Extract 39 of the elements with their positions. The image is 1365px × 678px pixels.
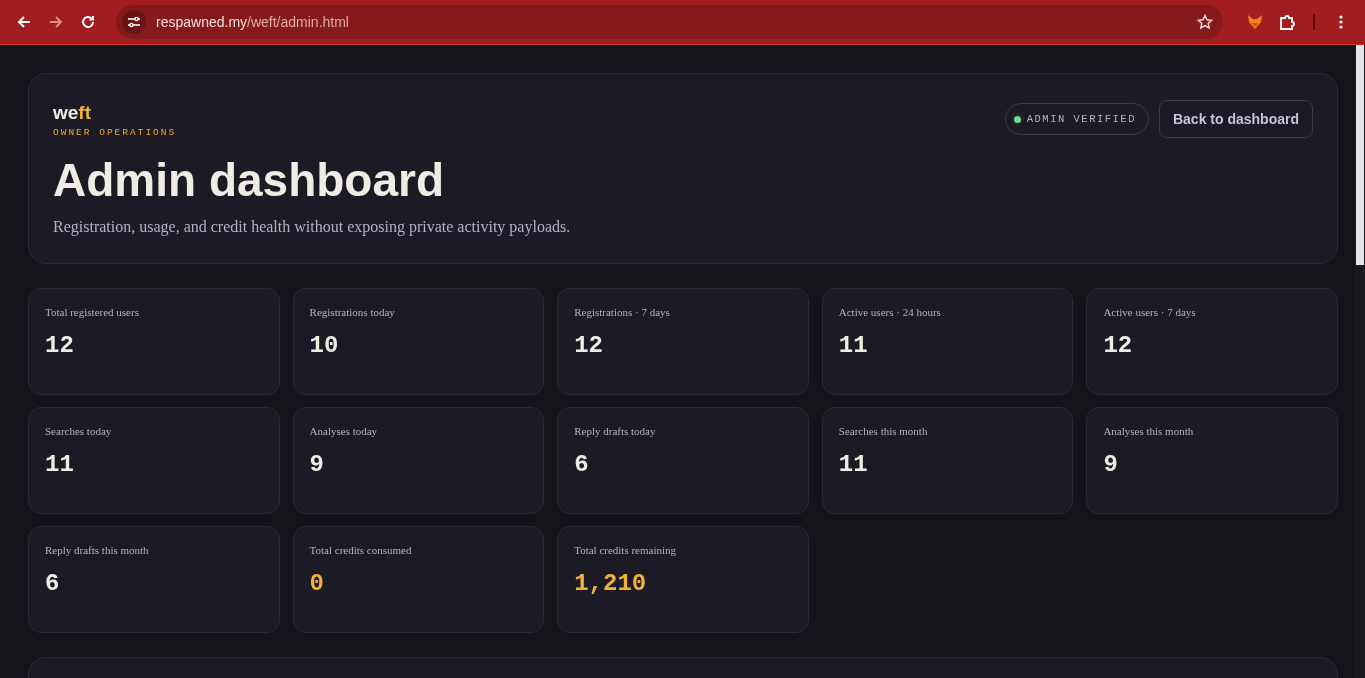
stat-value: 10: [309, 332, 340, 359]
bookmark-star-icon[interactable]: [1197, 14, 1213, 30]
stat-value: 11: [838, 332, 869, 359]
stat-label: Analyses this month: [1103, 425, 1195, 437]
page-subtitle: Registration, usage, and credit health without exposing private activity payloads.: [53, 218, 571, 236]
site-settings-icon[interactable]: [127, 15, 141, 29]
stat-value: 12: [45, 332, 75, 359]
stat-label: Reply drafts today: [574, 425, 657, 437]
scrollbar[interactable]: [1355, 45, 1365, 678]
stat-value: 9: [1103, 451, 1119, 478]
stat-value: 9: [309, 451, 325, 478]
address-bar[interactable]: respawned.my/weft/admin.html: [116, 5, 1223, 39]
stat-value: 12: [574, 332, 604, 359]
stat-value: 0: [309, 570, 325, 597]
stat-value: 11: [838, 451, 869, 478]
stat-label: Total registered users: [45, 306, 140, 318]
stat-value: 12: [1103, 332, 1134, 359]
stat-label: Reply drafts this month: [45, 544, 150, 556]
page-title: Admin dashboard: [53, 153, 446, 208]
stat-label: Registrations · 7 days: [574, 306, 671, 318]
stat-value: 6: [574, 451, 590, 478]
stat-label: Total credits remaining: [574, 544, 678, 556]
stat-value: 6: [45, 570, 61, 597]
reload-icon[interactable]: [80, 14, 96, 30]
stat-value: 11: [45, 451, 75, 478]
stat-value: 1,210: [574, 570, 648, 597]
stat-label: Searches today: [45, 425, 113, 437]
stat-label: Analyses today: [309, 425, 379, 437]
stat-label: Searches this month: [838, 425, 929, 437]
stat-label: Total credits consumed: [309, 544, 413, 556]
logo: weft: [53, 101, 92, 125]
back-to-dashboard-button[interactable]: Back to dashboard: [1158, 100, 1313, 138]
eyebrow-label: OWNER OPERATIONS: [53, 127, 178, 138]
url-text: respawned.my/weft/admin.html: [156, 14, 350, 30]
stat-label: Active users · 7 days: [1103, 306, 1197, 318]
stat-label: Active users · 24 hours: [838, 306, 942, 318]
status-label: ADMIN VERIFIED: [1026, 113, 1136, 125]
stat-label: Registrations today: [309, 306, 396, 318]
back-arrow-icon[interactable]: [16, 14, 32, 30]
